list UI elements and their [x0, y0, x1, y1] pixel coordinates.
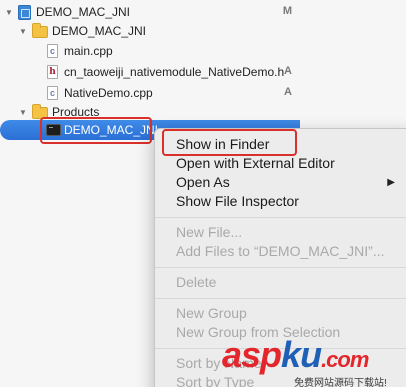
cpp-file-icon: c: [47, 86, 58, 100]
watermark-wordmark: aspku.com: [222, 334, 369, 375]
menu-item-open-with-external-editor[interactable]: Open with External Editor: [155, 154, 406, 173]
disclosure-triangle-expanded-icon[interactable]: ▼: [4, 7, 14, 17]
watermark-tagline: 免费网站源码下载站!: [294, 378, 387, 387]
group-row[interactable]: ▼ DEMO_MAC_JNI: [0, 21, 300, 41]
menu-separator: [155, 217, 406, 218]
product-highlight-box: [40, 117, 152, 144]
file-name: cn_taoweiji_nativemodule_NativeDemo.h: [64, 65, 285, 79]
project-name: DEMO_MAC_JNI: [36, 5, 131, 19]
cpp-file-icon: c: [47, 44, 58, 58]
disclosure-triangle-expanded-icon[interactable]: ▼: [18, 107, 28, 117]
show-in-finder-highlight-box: [162, 129, 297, 156]
menu-item-label: Open with External Editor: [176, 155, 335, 171]
h-header-file-icon: h: [47, 65, 58, 79]
menu-item-add-files[interactable]: Add Files to “DEMO_MAC_JNI”...: [155, 242, 406, 261]
project-row[interactable]: ▼ DEMO_MAC_JNI M: [0, 2, 300, 22]
source-control-badge: A: [284, 65, 292, 77]
menu-item-delete[interactable]: Delete: [155, 273, 406, 292]
menu-item-label: New File...: [176, 224, 243, 240]
file-name: NativeDemo.cpp: [64, 86, 153, 100]
folder-icon: [32, 23, 48, 38]
disclosure-triangle-expanded-icon[interactable]: ▼: [18, 26, 28, 36]
file-row[interactable]: c main.cpp: [0, 41, 300, 61]
source-control-badge: M: [282, 5, 292, 17]
source-control-badge: A: [284, 86, 292, 98]
file-row[interactable]: h cn_taoweiji_nativemodule_NativeDemo.h …: [0, 62, 300, 82]
menu-item-label: Open As: [176, 174, 230, 190]
menu-item-new-group[interactable]: New Group: [155, 304, 406, 323]
menu-item-open-as[interactable]: Open As ▶: [155, 173, 406, 192]
menu-item-label: New Group: [176, 305, 247, 321]
menu-item-label: Delete: [176, 274, 217, 290]
menu-item-label: Add Files to “DEMO_MAC_JNI”...: [176, 243, 385, 259]
menu-item-label: Show File Inspector: [176, 193, 299, 209]
menu-separator: [155, 298, 406, 299]
menu-item-show-file-inspector[interactable]: Show File Inspector: [155, 192, 406, 211]
file-name: main.cpp: [64, 44, 113, 58]
xcode-project-icon: [18, 5, 31, 20]
file-row[interactable]: c NativeDemo.cpp A: [0, 83, 300, 103]
menu-separator: [155, 267, 406, 268]
submenu-arrow-icon: ▶: [387, 177, 395, 188]
menu-item-new-file[interactable]: New File...: [155, 223, 406, 242]
aspku-watermark-logo: aspku.com 免费网站源码下载站!: [222, 334, 406, 387]
group-name: DEMO_MAC_JNI: [52, 24, 147, 38]
